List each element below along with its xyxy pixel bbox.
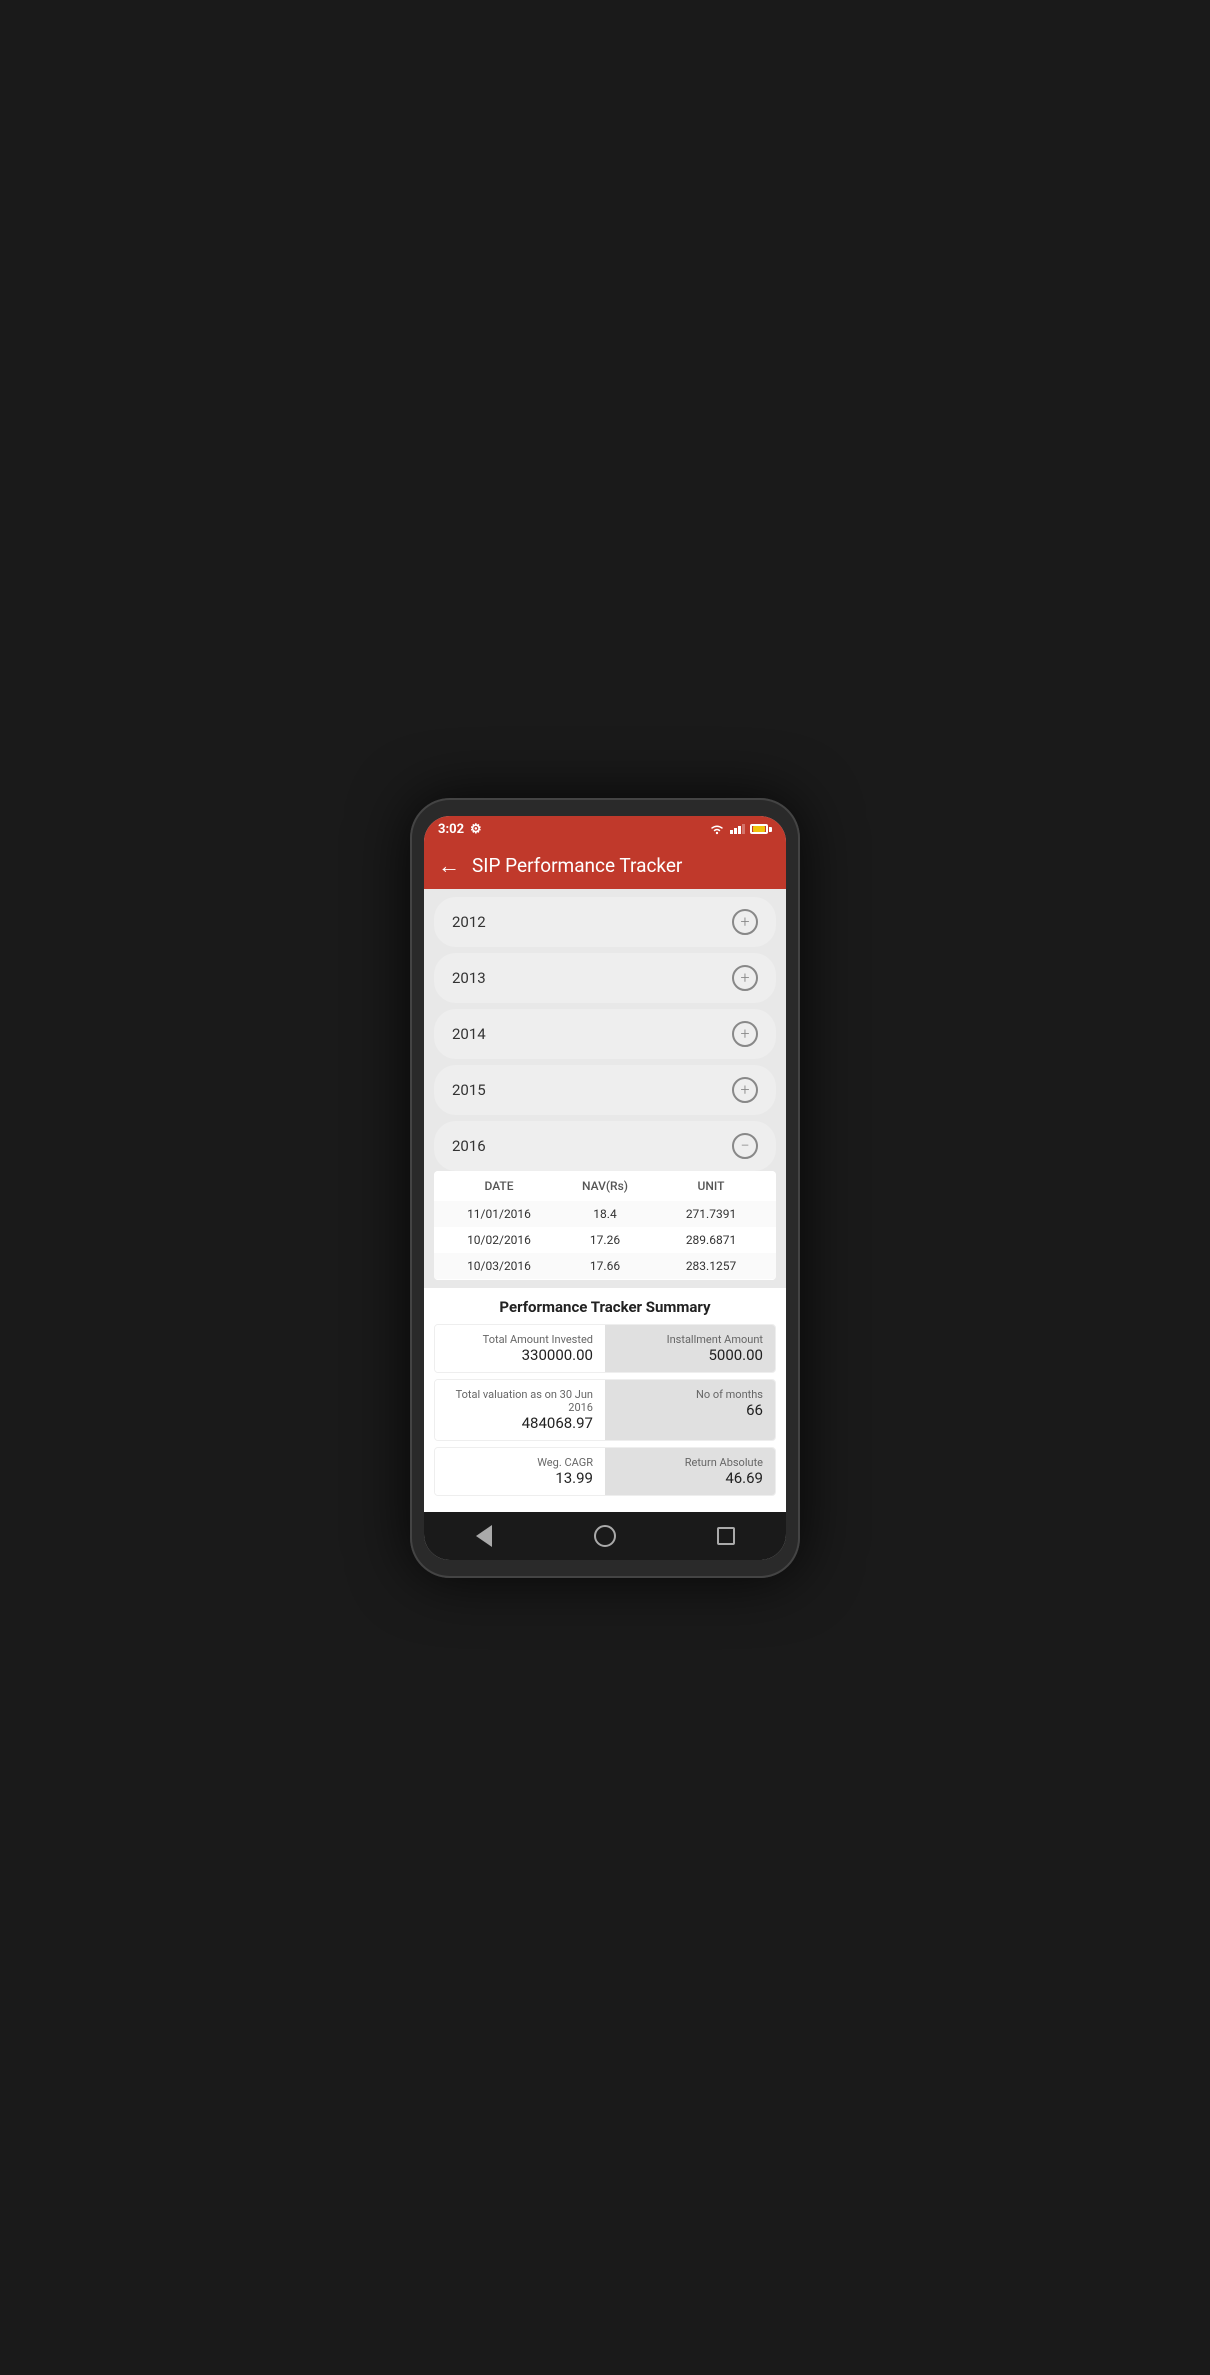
status-right [709,823,772,835]
summary-cell-right-2: Return Absolute 46.69 [605,1448,775,1495]
year-label-2013: 2013 [452,969,486,987]
col-header-date: DATE [446,1179,552,1193]
phone-shell: 3:02 ⚙ [410,798,800,1578]
summary-value-right-0: 5000.00 [617,1346,763,1364]
phone-screen: 3:02 ⚙ [424,816,786,1560]
year-label-2014: 2014 [452,1025,486,1043]
summary-label-left-1: Total valuation as on 30 Jun 2016 [447,1388,593,1414]
expand-icon-2015: + [732,1077,758,1103]
cell-unit: 283.1257 [658,1259,764,1273]
summary-cell-left-0: Total Amount Invested 330000.00 [435,1325,605,1372]
table-header: DATE NAV(Rs) UNIT [434,1171,776,1201]
app-bar: ← SIP Performance Tracker [424,843,786,889]
expand-icon-2014: + [732,1021,758,1047]
summary-value-left-1: 484068.97 [447,1414,593,1432]
battery-icon [750,824,772,834]
summary-card-2: Weg. CAGR 13.99 Return Absolute 46.69 [434,1447,776,1496]
status-bar: 3:02 ⚙ [424,816,786,843]
collapse-icon-2016: − [732,1133,758,1159]
summary-cell-right-0: Installment Amount 5000.00 [605,1325,775,1372]
table-row: 11/01/2016 18.4 271.7391 [434,1201,776,1227]
wifi-icon [709,823,725,835]
year-label-2015: 2015 [452,1081,486,1099]
summary-value-left-0: 330000.00 [447,1346,593,1364]
summary-section: Performance Tracker Summary Total Amount… [424,1288,786,1512]
year-label-2016: 2016 [452,1137,486,1155]
summary-label-right-2: Return Absolute [617,1456,763,1469]
time-display: 3:02 [438,822,464,837]
col-header-nav: NAV(Rs) [552,1179,658,1193]
year-row-2012[interactable]: 2012 + [434,897,776,947]
app-title: SIP Performance Tracker [472,854,682,877]
table-body: 11/01/2016 18.4 271.7391 10/02/2016 17.2… [434,1201,776,1280]
home-nav-button[interactable] [591,1522,619,1550]
table-row: 11/04/2016 18.16 275.3304 [434,1279,776,1280]
expanded-table-2016: DATE NAV(Rs) UNIT 11/01/2016 18.4 271.73… [434,1171,776,1280]
cell-date: 10/03/2016 [446,1259,552,1273]
year-row-2014[interactable]: 2014 + [434,1009,776,1059]
summary-label-left-2: Weg. CAGR [447,1456,593,1469]
summary-card-0: Total Amount Invested 330000.00 Installm… [434,1324,776,1373]
back-button[interactable]: ← [438,853,460,879]
summary-value-right-1: 66 [617,1401,763,1419]
year-row-2015[interactable]: 2015 + [434,1065,776,1115]
year-list: 2012 + 2013 + 2014 + 2015 + [424,889,786,1171]
summary-label-right-0: Installment Amount [617,1333,763,1346]
summary-cards: Total Amount Invested 330000.00 Installm… [434,1324,776,1496]
table-row: 10/03/2016 17.66 283.1257 [434,1253,776,1279]
summary-label-right-1: No of months [617,1388,763,1401]
recent-nav-button[interactable] [712,1522,740,1550]
back-nav-button[interactable] [470,1522,498,1550]
expand-icon-2013: + [732,965,758,991]
summary-label-left-0: Total Amount Invested [447,1333,593,1346]
year-row-2013[interactable]: 2013 + [434,953,776,1003]
summary-cell-right-1: No of months 66 [605,1380,775,1440]
status-left: 3:02 ⚙ [438,822,482,837]
expand-icon-2012: + [732,909,758,935]
summary-cell-left-2: Weg. CAGR 13.99 [435,1448,605,1495]
year-label-2012: 2012 [452,913,486,931]
cell-nav: 17.66 [552,1259,658,1273]
summary-value-left-2: 13.99 [447,1469,593,1487]
nav-bar [424,1512,786,1560]
summary-card-1: Total valuation as on 30 Jun 2016 484068… [434,1379,776,1441]
cell-date: 11/01/2016 [446,1207,552,1221]
summary-cell-left-1: Total valuation as on 30 Jun 2016 484068… [435,1380,605,1440]
gear-icon: ⚙ [470,822,482,837]
main-content: 2012 + 2013 + 2014 + 2015 + [424,889,786,1512]
cell-unit: 271.7391 [658,1207,764,1221]
summary-title: Performance Tracker Summary [434,1298,776,1316]
summary-value-right-2: 46.69 [617,1469,763,1487]
cell-nav: 18.4 [552,1207,658,1221]
signal-icon [730,824,745,834]
cell-nav: 17.26 [552,1233,658,1247]
col-header-unit: UNIT [658,1179,764,1193]
table-row: 10/02/2016 17.26 289.6871 [434,1227,776,1253]
cell-date: 10/02/2016 [446,1233,552,1247]
year-row-2016[interactable]: 2016 − [434,1121,776,1171]
cell-unit: 289.6871 [658,1233,764,1247]
